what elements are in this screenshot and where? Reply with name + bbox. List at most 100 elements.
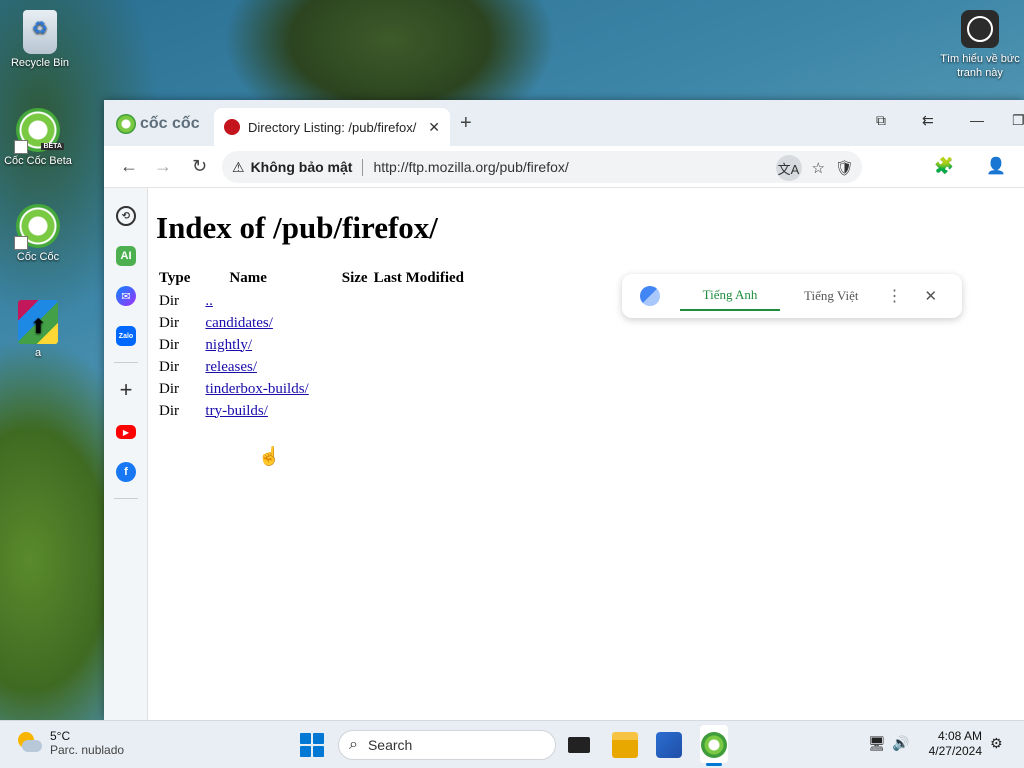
table-row: Dir candidates/	[156, 312, 467, 334]
reload-button[interactable]: ↻	[192, 156, 207, 177]
translate-popup: Tiếng Anh Tiếng Việt ⋮ ✕	[622, 274, 962, 318]
tab-title: Directory Listing: /pub/firefox/	[248, 119, 417, 135]
security-indicator[interactable]: ⚠ Không bảo mật	[232, 158, 364, 176]
weather-desc: Parc. nublado	[50, 743, 125, 757]
page-title: Index of /pub/firefox/	[156, 210, 438, 245]
directory-table: Type Name Size Last Modified Dir .. Dir …	[156, 268, 467, 422]
new-tab-button[interactable]: +	[460, 112, 472, 135]
table-row: Dir ..	[156, 290, 467, 312]
youtube-icon[interactable]: ▶	[116, 425, 136, 439]
coccoc-beta-shortcut[interactable]: BETA Cốc Cốc Beta	[0, 108, 76, 167]
row-type: Dir	[159, 358, 179, 375]
archive-label: a	[34, 347, 42, 359]
beta-badge: BETA	[41, 143, 64, 150]
more-options-icon[interactable]: ⋮	[886, 286, 902, 306]
extensions-icon[interactable]: 🧩	[934, 156, 954, 176]
back-button[interactable]: ←	[120, 156, 138, 177]
omnibox-actions: 文A ☆ 🛡	[775, 155, 854, 181]
microsoft-store-icon[interactable]	[656, 732, 682, 758]
switch-layout-icon[interactable]: ⇇	[922, 112, 934, 129]
clock-date: 4/27/2024	[928, 744, 982, 758]
table-row: Dir releases/	[156, 356, 467, 378]
row-type: Dir	[159, 380, 179, 397]
shield-icon[interactable]: 🛡	[835, 159, 854, 177]
search-placeholder: Search	[367, 737, 413, 753]
sidebar-divider	[114, 362, 138, 363]
start-button[interactable]	[300, 733, 324, 757]
row-type: Dir	[159, 336, 179, 353]
translate-icon[interactable]: 文A	[775, 155, 802, 181]
taskbar-clock[interactable]: 4:08 AM 4/27/2024	[918, 729, 982, 759]
active-app-indicator	[706, 763, 722, 766]
url-text[interactable]: http://ftp.mozilla.org/pub/firefox/	[363, 159, 568, 175]
restore-button[interactable]: ❐	[1012, 112, 1024, 129]
coccoc-icon	[14, 204, 60, 250]
learn-about-picture-label: Tìm hiểu về bức tranh này	[940, 53, 1020, 79]
weather-widget[interactable]: 5°C Parc. nublado	[16, 729, 124, 757]
page-content: Index of /pub/firefox/ Type Name Size La…	[150, 188, 1024, 720]
taskbar-search[interactable]: ⌕ Search	[338, 730, 556, 760]
parent-directory-link[interactable]: ..	[205, 293, 213, 309]
row-name: candidates/	[193, 312, 311, 334]
hand-cursor-icon: ☝	[258, 446, 281, 466]
weather-temp: 5°C	[50, 729, 71, 743]
taskbar: 5°C Parc. nublado ⌕ Search 🖥 🔊 4:08 AM 4…	[0, 720, 1024, 768]
nightly-link[interactable]: nightly/	[205, 337, 252, 353]
add-sidebar-app-icon[interactable]: +	[116, 377, 136, 402]
warning-icon: ⚠	[232, 158, 245, 175]
recycle-bin-shortcut[interactable]: Recycle Bin	[2, 10, 78, 69]
candidates-link[interactable]: candidates/	[205, 315, 272, 331]
browser-sidebar: ⟲ AI ✉ Zalo + ▶ f	[104, 188, 148, 720]
close-icon[interactable]: ✕	[924, 287, 937, 306]
releases-link[interactable]: releases/	[205, 359, 257, 375]
tab-source-language[interactable]: Tiếng Anh	[680, 281, 780, 311]
file-explorer-icon[interactable]	[612, 732, 638, 758]
table-row: Dir tinderbox-builds/	[156, 378, 467, 400]
coccoc-brand[interactable]: cốc cốc	[116, 114, 200, 134]
clock-time: 4:08 AM	[937, 729, 982, 743]
coccoc-shortcut[interactable]: Cốc Cốc	[0, 204, 76, 263]
row-name: releases/	[193, 356, 311, 378]
learn-about-picture-icon	[961, 10, 999, 48]
row-name: ..	[193, 290, 311, 312]
learn-about-picture-shortcut[interactable]: Tìm hiểu về bức tranh này	[940, 10, 1020, 80]
screenshot-icon[interactable]: ⧉	[876, 112, 886, 129]
partly-cloudy-icon	[16, 732, 42, 754]
coccoc-taskbar-icon[interactable]	[701, 732, 727, 758]
search-icon: ⌕	[349, 736, 358, 753]
archive-shortcut[interactable]: a	[0, 300, 76, 359]
coccoc-label: Cốc Cốc	[16, 251, 60, 263]
ai-assistant-icon[interactable]: AI	[116, 246, 136, 266]
tab-directory-listing[interactable]: Directory Listing: /pub/firefox/ ✕	[214, 108, 450, 146]
google-translate-icon	[640, 286, 660, 306]
notifications-icon[interactable]: ⚙	[990, 735, 1003, 752]
network-icon[interactable]: 🖥	[868, 735, 886, 752]
browser-toolbar: ← → ↻ ⚠ Không bảo mật http://ftp.mozilla…	[104, 146, 1024, 188]
recycle-bin-icon	[23, 10, 57, 54]
messenger-icon[interactable]: ✉	[116, 286, 136, 306]
security-label: Không bảo mật	[250, 159, 353, 175]
tinderbox-builds-link[interactable]: tinderbox-builds/	[205, 381, 308, 397]
history-icon[interactable]: ⟲	[116, 206, 136, 226]
table-row: Dir try-builds/	[156, 400, 467, 422]
coccoc-logo-icon	[116, 114, 136, 134]
row-name: tinderbox-builds/	[193, 378, 311, 400]
table-row: Dir nightly/	[156, 334, 467, 356]
minimize-button[interactable]: —	[970, 112, 984, 128]
volume-icon[interactable]: 🔊	[892, 735, 909, 752]
row-type: Dir	[159, 292, 179, 309]
bookmark-star-icon[interactable]: ☆	[812, 159, 825, 177]
facebook-icon[interactable]: f	[116, 462, 136, 482]
row-type: Dir	[159, 314, 179, 331]
column-header-last-modified: Last Modified	[373, 270, 464, 286]
table-header-row: Type Name Size Last Modified	[156, 268, 467, 290]
task-view-icon[interactable]	[568, 737, 590, 753]
winrar-archive-icon	[18, 300, 58, 344]
try-builds-link[interactable]: try-builds/	[205, 403, 268, 419]
address-bar[interactable]: ⚠ Không bảo mật http://ftp.mozilla.org/p…	[222, 151, 862, 183]
zalo-icon[interactable]: Zalo	[116, 326, 136, 346]
forward-button[interactable]: →	[154, 156, 172, 177]
tab-target-language[interactable]: Tiếng Việt	[804, 282, 858, 310]
tab-close-icon[interactable]: ✕	[428, 119, 440, 136]
profile-icon[interactable]: 👤	[986, 156, 1006, 176]
